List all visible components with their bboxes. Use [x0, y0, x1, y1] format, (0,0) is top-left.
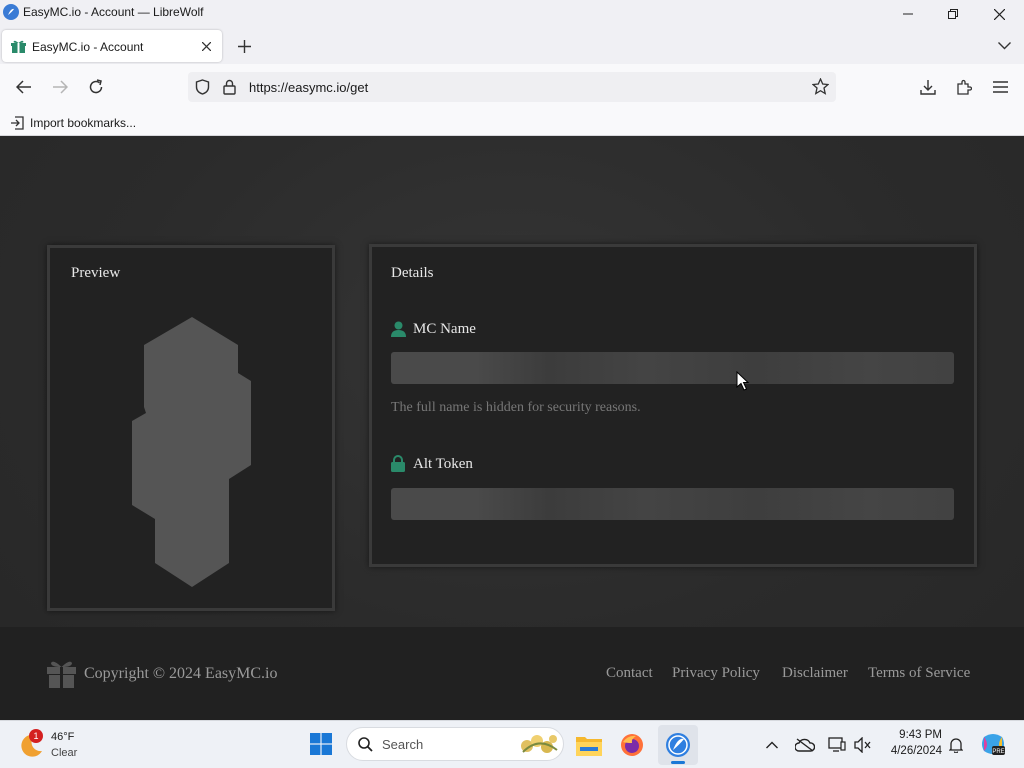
- shield-icon[interactable]: [195, 79, 210, 95]
- url-text: https://easymc.io/get: [249, 80, 369, 95]
- window-title: EasyMC.io - Account — LibreWolf: [23, 5, 204, 19]
- maximize-button[interactable]: [930, 0, 976, 28]
- clock-date: 4/26/2024: [890, 745, 942, 757]
- onedrive-button[interactable]: [793, 733, 817, 757]
- preview-title: Preview: [71, 265, 121, 281]
- alt-token-field: [391, 488, 954, 520]
- librewolf-taskbar-icon: [666, 733, 690, 757]
- lock-icon[interactable]: [223, 79, 236, 95]
- list-all-tabs-button[interactable]: [992, 34, 1016, 58]
- firefox-icon: [621, 734, 643, 756]
- details-panel: Details MC Name The full name is hidden …: [369, 244, 977, 567]
- mc-name-label: MC Name: [413, 321, 476, 337]
- reload-icon: [89, 79, 103, 94]
- tab-strip: EasyMC.io - Account: [0, 28, 1024, 64]
- bookmarks-toolbar: Import bookmarks...: [0, 110, 1024, 136]
- copyright-text: Copyright © 2024 EasyMC.io: [84, 665, 278, 682]
- footer-link-privacy-policy[interactable]: Privacy Policy: [672, 665, 760, 682]
- clock-time: 9:43 PM: [899, 729, 942, 741]
- mc-name-field: [391, 352, 954, 384]
- window-titlebar: EasyMC.io - Account — LibreWolf: [0, 0, 1024, 28]
- show-hidden-icons-button[interactable]: [762, 733, 782, 757]
- maximize-icon: [948, 9, 958, 19]
- footer-link-terms-of-service[interactable]: Terms of Service: [868, 665, 970, 682]
- navigation-toolbar: https://easymc.io/get: [0, 64, 1024, 110]
- windows-start-icon: [310, 733, 332, 755]
- close-button[interactable]: [976, 0, 1022, 28]
- speaker-muted-icon: [854, 737, 871, 753]
- details-title: Details: [391, 265, 434, 281]
- weather-badge: 1: [29, 729, 43, 743]
- weather-widget[interactable]: 1 46°F Clear: [14, 725, 94, 765]
- skin-preview-placeholder: [132, 317, 251, 587]
- volume-button[interactable]: [851, 733, 875, 757]
- weather-desc: Clear: [51, 747, 78, 759]
- user-icon: [391, 321, 406, 337]
- tab-close-button[interactable]: [198, 38, 214, 54]
- back-button[interactable]: [8, 71, 40, 103]
- display-icon: [828, 737, 846, 752]
- close-icon: [993, 8, 1005, 20]
- new-tab-button[interactable]: [232, 34, 256, 58]
- url-bar[interactable]: https://easymc.io/get: [188, 72, 836, 102]
- copilot-icon: PRE: [982, 734, 1005, 755]
- close-icon: [201, 41, 211, 51]
- back-icon: [16, 80, 31, 94]
- weather-temp: 46°F: [51, 731, 75, 743]
- tab-label: EasyMC.io - Account: [32, 40, 144, 54]
- mc-name-hint: The full name is hidden for security rea…: [391, 400, 641, 415]
- taskbar-search-box[interactable]: Search: [346, 727, 564, 761]
- page-footer: Copyright © 2024 EasyMC.io Contact Priva…: [0, 627, 1024, 720]
- active-app-indicator: [671, 761, 685, 764]
- gift-icon: [11, 40, 26, 53]
- gift-icon: [47, 661, 76, 688]
- copilot-button[interactable]: PRE: [978, 729, 1008, 759]
- import-icon: [11, 116, 24, 130]
- search-icon: [358, 737, 373, 752]
- onedrive-icon: [795, 738, 815, 752]
- minimize-icon: [903, 13, 913, 15]
- bell-icon: [949, 738, 963, 753]
- file-explorer-icon: [576, 737, 602, 756]
- forward-button[interactable]: [44, 71, 76, 103]
- firefox-button[interactable]: [614, 727, 650, 763]
- import-bookmarks-button[interactable]: Import bookmarks...: [10, 113, 136, 133]
- menu-icon: [992, 81, 1008, 93]
- librewolf-taskbar-button[interactable]: [658, 725, 698, 765]
- extensions-button[interactable]: [948, 71, 980, 103]
- display-button[interactable]: [825, 733, 849, 757]
- reload-button[interactable]: [80, 71, 112, 103]
- download-icon: [920, 80, 936, 95]
- import-bookmarks-label: Import bookmarks...: [30, 116, 137, 130]
- clock[interactable]: 9:43 PM 4/26/2024: [880, 727, 942, 763]
- plus-icon: [237, 39, 251, 53]
- minimize-button[interactable]: [885, 0, 931, 28]
- tab-account[interactable]: EasyMC.io - Account: [2, 30, 222, 62]
- librewolf-icon: [3, 4, 19, 20]
- star-icon[interactable]: [812, 78, 829, 95]
- mouse-cursor: [736, 371, 749, 391]
- search-placeholder: Search: [382, 737, 424, 752]
- app-menu-button[interactable]: [984, 71, 1016, 103]
- padlock-icon: [391, 455, 405, 472]
- page-content: Preview Details MC Name The full name is…: [0, 136, 1024, 720]
- chevron-up-icon: [766, 741, 778, 749]
- start-button[interactable]: [304, 727, 338, 761]
- forward-icon: [53, 80, 68, 94]
- preview-panel: Preview: [47, 245, 335, 611]
- chevron-down-icon: [997, 42, 1011, 50]
- extensions-icon: [957, 79, 972, 95]
- windows-taskbar: 1 46°F Clear Search 9:43 PM 4/26/2024 PR…: [0, 720, 1024, 768]
- notifications-button[interactable]: [944, 733, 968, 757]
- downloads-button[interactable]: [912, 71, 944, 103]
- alt-token-label: Alt Token: [413, 456, 473, 472]
- svg-text:PRE: PRE: [992, 749, 1004, 755]
- file-explorer-button[interactable]: [571, 727, 607, 763]
- search-highlight-icon: [521, 735, 558, 753]
- footer-link-contact[interactable]: Contact: [606, 665, 653, 682]
- footer-link-disclaimer[interactable]: Disclaimer: [782, 665, 848, 682]
